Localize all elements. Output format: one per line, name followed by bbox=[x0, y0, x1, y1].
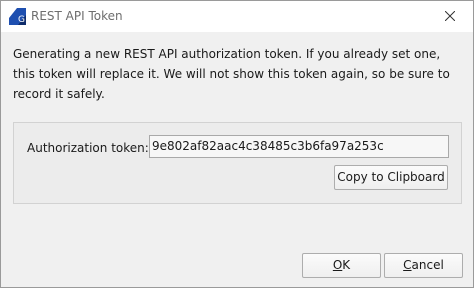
cancel-label-rest: ancel bbox=[411, 258, 444, 272]
ok-button[interactable]: OK bbox=[302, 253, 381, 278]
cancel-button[interactable]: Cancel bbox=[384, 253, 463, 278]
token-panel: Authorization token: 9e802af82aac4c38485… bbox=[13, 122, 462, 204]
token-field[interactable]: 9e802af82aac4c38485c3b6fa97a253c bbox=[149, 135, 449, 158]
close-icon bbox=[444, 10, 456, 24]
app-logo-icon: G bbox=[9, 8, 26, 25]
copy-to-clipboard-button[interactable]: Copy to Clipboard bbox=[334, 165, 448, 190]
token-label: Authorization token: bbox=[27, 141, 149, 155]
close-button[interactable] bbox=[427, 1, 473, 32]
svg-text:G: G bbox=[18, 15, 25, 25]
dialog-window: G REST API Token Generating a new REST A… bbox=[0, 0, 474, 288]
window-title: REST API Token bbox=[31, 9, 123, 23]
title-bar: G REST API Token bbox=[1, 1, 473, 32]
info-message: Generating a new REST API authorization … bbox=[13, 47, 450, 101]
cancel-mnemonic: C bbox=[403, 258, 412, 272]
ok-mnemonic: O bbox=[332, 258, 343, 272]
ok-label-rest: K bbox=[342, 258, 351, 272]
